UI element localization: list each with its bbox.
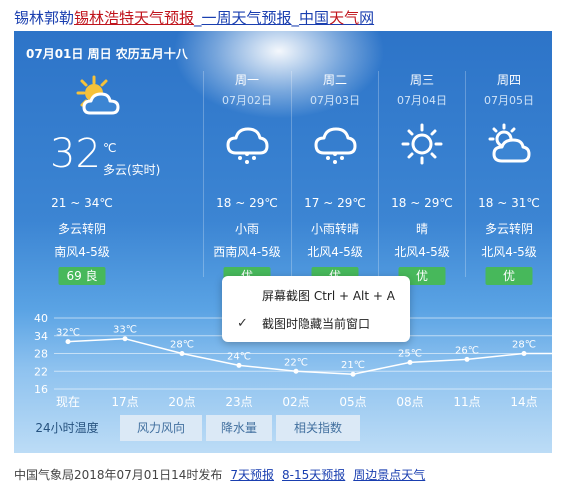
sun-icon: [401, 123, 443, 165]
link-8-15-day[interactable]: 8-15天预报: [282, 468, 345, 482]
aqi-badge[interactable]: 69 良: [58, 267, 106, 285]
rain-cloud-icon: [314, 127, 357, 164]
x-tick-label: 02点: [282, 395, 309, 409]
weather-text: 多云转阴: [57, 222, 106, 236]
title-region: 锡林郭勒: [14, 9, 75, 27]
chart-tabs: 24小时温度 风力风向 降水量 相关指数: [14, 415, 552, 443]
weekday: 周二: [322, 73, 347, 87]
data-label: 21℃: [341, 360, 365, 371]
y-tick-label: 22: [34, 365, 48, 378]
data-point: [179, 351, 185, 356]
wind-text: 西南风4-5级: [213, 245, 281, 259]
forecast-day-4[interactable]: 周四 07月05日 18 ~ 31℃ 多云转阴 北风4-5级 优: [465, 71, 552, 319]
data-point: [464, 356, 470, 362]
data-label: 33℃: [113, 325, 137, 336]
tab-precipitation[interactable]: 降水量: [206, 415, 272, 441]
forecast-date: 07月03日: [310, 94, 360, 107]
data-label: 26℃: [455, 345, 479, 356]
title-separator: _: [291, 9, 300, 27]
link-7-day[interactable]: 7天预报: [230, 468, 274, 482]
menu-item-hide-window[interactable]: 截图时隐藏当前窗口: [222, 313, 410, 335]
x-tick-label: 14点: [510, 395, 537, 409]
date-line: 07月01日 周日 农历五月十八: [26, 47, 188, 61]
weather-panel: 07月01日 周日 农历五月十八 32 ℃ 多云(实时) 21 ~ 34℃ 多云…: [14, 31, 552, 453]
menu-item-screenshot[interactable]: 屏幕截图 Ctrl + Alt + A: [222, 285, 410, 307]
data-point: [407, 359, 413, 365]
data-label: 28℃: [512, 340, 536, 351]
wind-text: 北风4-5级: [481, 245, 537, 259]
data-label: 24℃: [227, 351, 251, 362]
partly-cloudy-day-icon: [488, 123, 531, 163]
temp-range: 18 ~ 29℃: [216, 196, 278, 210]
title-city-link[interactable]: 锡林浩特天气预报: [74, 9, 194, 27]
temp-range: 18 ~ 29℃: [391, 196, 453, 210]
data-point: [236, 362, 242, 368]
page-title: 锡林郭勒锡林浩特天气预报_一周天气预报_中国天气网: [14, 7, 374, 28]
x-tick-label: 现在: [56, 395, 80, 409]
data-point: [65, 339, 71, 345]
y-tick-label: 28: [34, 348, 48, 361]
weekday: 周一: [234, 73, 259, 87]
y-tick-label: 40: [34, 312, 48, 325]
weekday: 周三: [409, 73, 434, 87]
weather-text: 小雨转晴: [310, 222, 359, 236]
temp-range: 18 ~ 31℃: [478, 196, 540, 210]
wind-text: 北风4-5级: [307, 245, 363, 259]
rain-cloud-icon: [226, 127, 269, 164]
x-tick-label: 23点: [225, 395, 252, 409]
y-tick-label: 16: [34, 383, 48, 396]
data-label: 32℃: [56, 328, 80, 339]
temperature-line: [67, 337, 552, 375]
tab-indices[interactable]: 相关指数: [276, 415, 360, 441]
footer: 中国气象局2018年07月01日14时发布 7天预报 8-15天预报 周边景点天气: [14, 466, 425, 483]
temp-range: 21 ~ 34℃: [51, 196, 113, 210]
data-point: [293, 368, 299, 374]
x-tick-label: 11点: [453, 395, 480, 409]
data-point: [521, 351, 527, 356]
x-tick-label: 20点: [168, 395, 195, 409]
x-tick-label: 05点: [339, 395, 366, 409]
y-tick-label: 34: [34, 330, 48, 343]
title-week-link[interactable]: 一周天气预报: [202, 9, 292, 27]
wind-text: 北风4-5级: [394, 245, 450, 259]
tab-wind[interactable]: 风力风向: [120, 415, 202, 441]
x-tick-label: 08点: [396, 395, 423, 409]
link-nearby-spots[interactable]: 周边景点天气: [353, 468, 425, 482]
data-label: 22℃: [284, 357, 308, 368]
temp-range: 17 ~ 29℃: [304, 196, 366, 210]
title-separator: _: [194, 9, 202, 27]
publish-info: 中国气象局2018年07月01日14时发布: [14, 468, 223, 482]
data-label: 28℃: [170, 340, 194, 351]
weather-text: 晴: [415, 222, 428, 236]
weather-text: 小雨: [234, 222, 259, 236]
weather-text: 多云转阴: [484, 222, 533, 236]
forecast-date: 07月05日: [484, 94, 534, 107]
weekday: 周四: [496, 73, 521, 87]
forecast-date: 07月04日: [397, 94, 447, 107]
title-site-link[interactable]: 中国天气网: [299, 9, 374, 27]
tab-24h-temperature[interactable]: 24小时温度: [22, 415, 112, 441]
forecast-date: 07月02日: [222, 94, 272, 107]
wind-text: 南风4-5级: [54, 245, 110, 259]
context-menu: 屏幕截图 Ctrl + Alt + A ✓ 截图时隐藏当前窗口: [222, 276, 410, 342]
data-point: [350, 371, 356, 377]
x-tick-label: 17点: [111, 395, 138, 409]
aqi-badge[interactable]: 优: [485, 267, 533, 285]
data-label: 25℃: [398, 348, 422, 359]
today-column: 21 ~ 34℃ 多云转阴 南风4-5级 69 良: [38, 71, 126, 319]
data-point: [122, 336, 128, 342]
